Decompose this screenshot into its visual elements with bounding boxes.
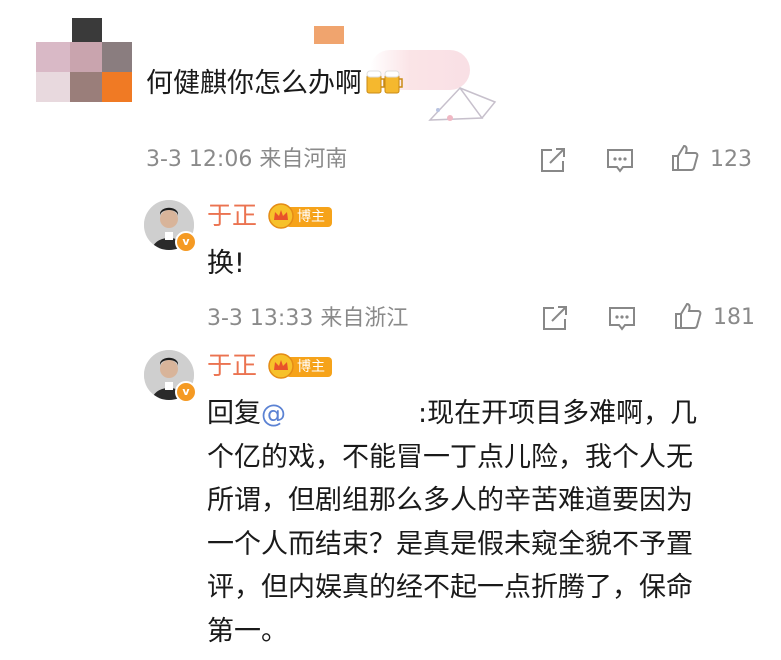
reply-line: 一个人而结束？是真是假未窥全貌不予置 bbox=[207, 528, 693, 560]
reply-username[interactable]: 于正 bbox=[207, 200, 257, 232]
decoration-fan-icon bbox=[428, 86, 497, 121]
reply-line: 回复@:现在开项目多难啊，几 bbox=[207, 398, 698, 429]
like-count: 123 bbox=[710, 147, 752, 172]
blogger-badge: 博主 bbox=[268, 353, 332, 379]
reply-text: 回复@:现在开项目多难啊，几 个亿的戏，不能冒一丁点儿险，我个人无 所谓，但剧组… bbox=[207, 392, 767, 653]
verified-badge-icon: v bbox=[175, 231, 197, 253]
comment-text: 何健麒你怎么办啊 bbox=[146, 66, 404, 102]
like-icon[interactable] bbox=[673, 301, 703, 331]
location: 来自浙江 bbox=[320, 306, 409, 331]
reply-line: 所谓，但剧组那么多人的辛苦难道要因为 bbox=[207, 485, 693, 516]
share-icon[interactable] bbox=[540, 303, 570, 333]
beer-emoji-icon bbox=[366, 70, 403, 94]
reply-avatar[interactable]: v bbox=[144, 200, 197, 253]
reply-meta: 3-3 13:33 来自浙江 bbox=[207, 305, 408, 333]
mention-username-redacted[interactable] bbox=[286, 405, 418, 425]
share-icon[interactable] bbox=[538, 145, 568, 175]
reply-line: 第一。 bbox=[207, 615, 288, 647]
reply-line: 评，但内娱真的经不起一点折腾了，保命 bbox=[207, 572, 693, 603]
comment-meta: 3-3 12:06 来自河南 bbox=[146, 146, 347, 174]
reply-text: 换! bbox=[207, 248, 245, 279]
like-icon[interactable] bbox=[670, 143, 700, 173]
reply-line: 个亿的戏，不能冒一丁点儿险，我个人无 bbox=[207, 441, 693, 473]
location: 来自河南 bbox=[259, 147, 348, 172]
crown-icon bbox=[268, 203, 294, 229]
decoration-block bbox=[314, 26, 344, 44]
commenter-avatar-pixelated[interactable] bbox=[36, 18, 132, 114]
timestamp: 3-3 12:06 bbox=[146, 147, 253, 172]
timestamp: 3-3 13:33 bbox=[207, 306, 314, 331]
comment-icon[interactable] bbox=[605, 146, 635, 176]
crown-icon bbox=[268, 353, 294, 379]
mention-link[interactable]: @ bbox=[261, 399, 286, 428]
like-count: 181 bbox=[713, 305, 755, 330]
reply-prefix: 回复 bbox=[207, 398, 261, 429]
verified-badge-icon: v bbox=[175, 381, 197, 403]
comment-icon[interactable] bbox=[607, 304, 637, 334]
reply-username[interactable]: 于正 bbox=[207, 350, 257, 382]
reply-avatar[interactable]: v bbox=[144, 350, 197, 403]
blogger-badge: 博主 bbox=[268, 203, 332, 229]
